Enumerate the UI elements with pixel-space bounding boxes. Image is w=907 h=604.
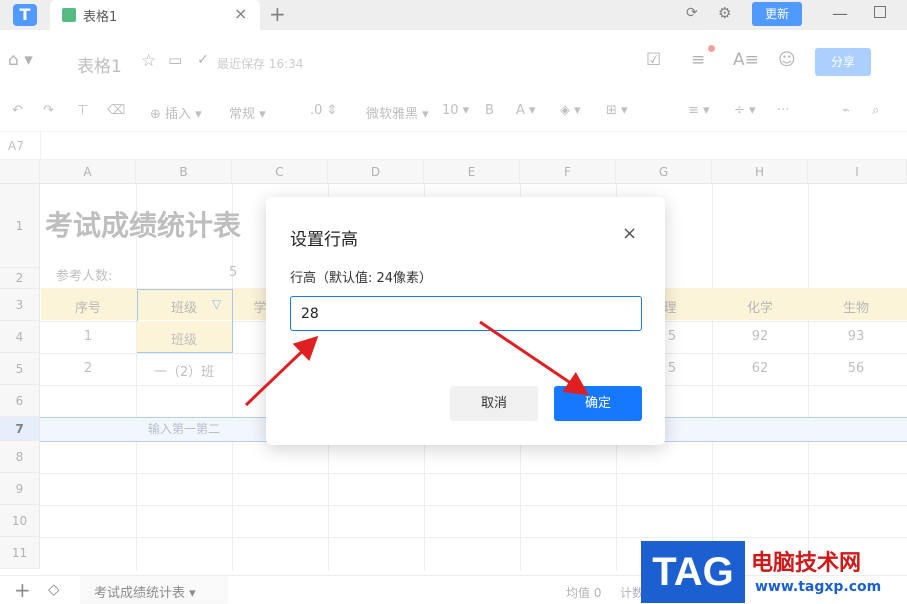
watermark-site-name: 电脑技术网 xyxy=(751,551,862,576)
arrow-to-confirm xyxy=(479,320,589,396)
arrow-to-input xyxy=(244,335,319,407)
annotation-arrows xyxy=(244,320,589,407)
watermark-url: www.tagxp.com xyxy=(755,579,882,595)
watermark-tag: TAG xyxy=(641,541,745,603)
watermark-logo: TAG 电脑技术网 www.tagxp.com xyxy=(641,541,907,603)
